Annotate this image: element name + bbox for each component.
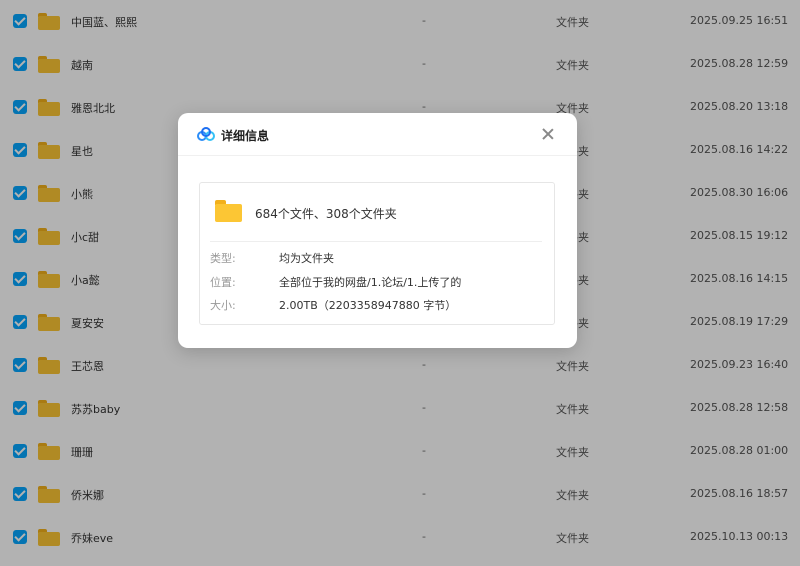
selection-summary: 684个文件、308个文件夹 (255, 207, 397, 221)
type-value: 均为文件夹 (279, 252, 334, 265)
type-label: 类型: (210, 252, 236, 265)
size-label: 大小: (210, 299, 236, 312)
divider (210, 241, 542, 242)
dialog-header: 详细信息 (178, 113, 577, 156)
folder-icon (215, 200, 242, 222)
close-icon[interactable] (540, 126, 556, 142)
location-value: 全部位于我的网盘/1.论坛/1.上传了的 (279, 276, 462, 289)
details-dialog: 详细信息 684个文件、308个文件夹 类型: 均为文件夹 位置: 全部位于我的… (178, 113, 577, 348)
details-info-box: 684个文件、308个文件夹 类型: 均为文件夹 位置: 全部位于我的网盘/1.… (199, 182, 555, 325)
dialog-title: 详细信息 (221, 129, 270, 143)
size-value: 2.00TB（2203358947880 字节） (279, 299, 457, 312)
location-label: 位置: (210, 276, 236, 289)
baidu-netdisk-logo-icon (197, 127, 215, 141)
